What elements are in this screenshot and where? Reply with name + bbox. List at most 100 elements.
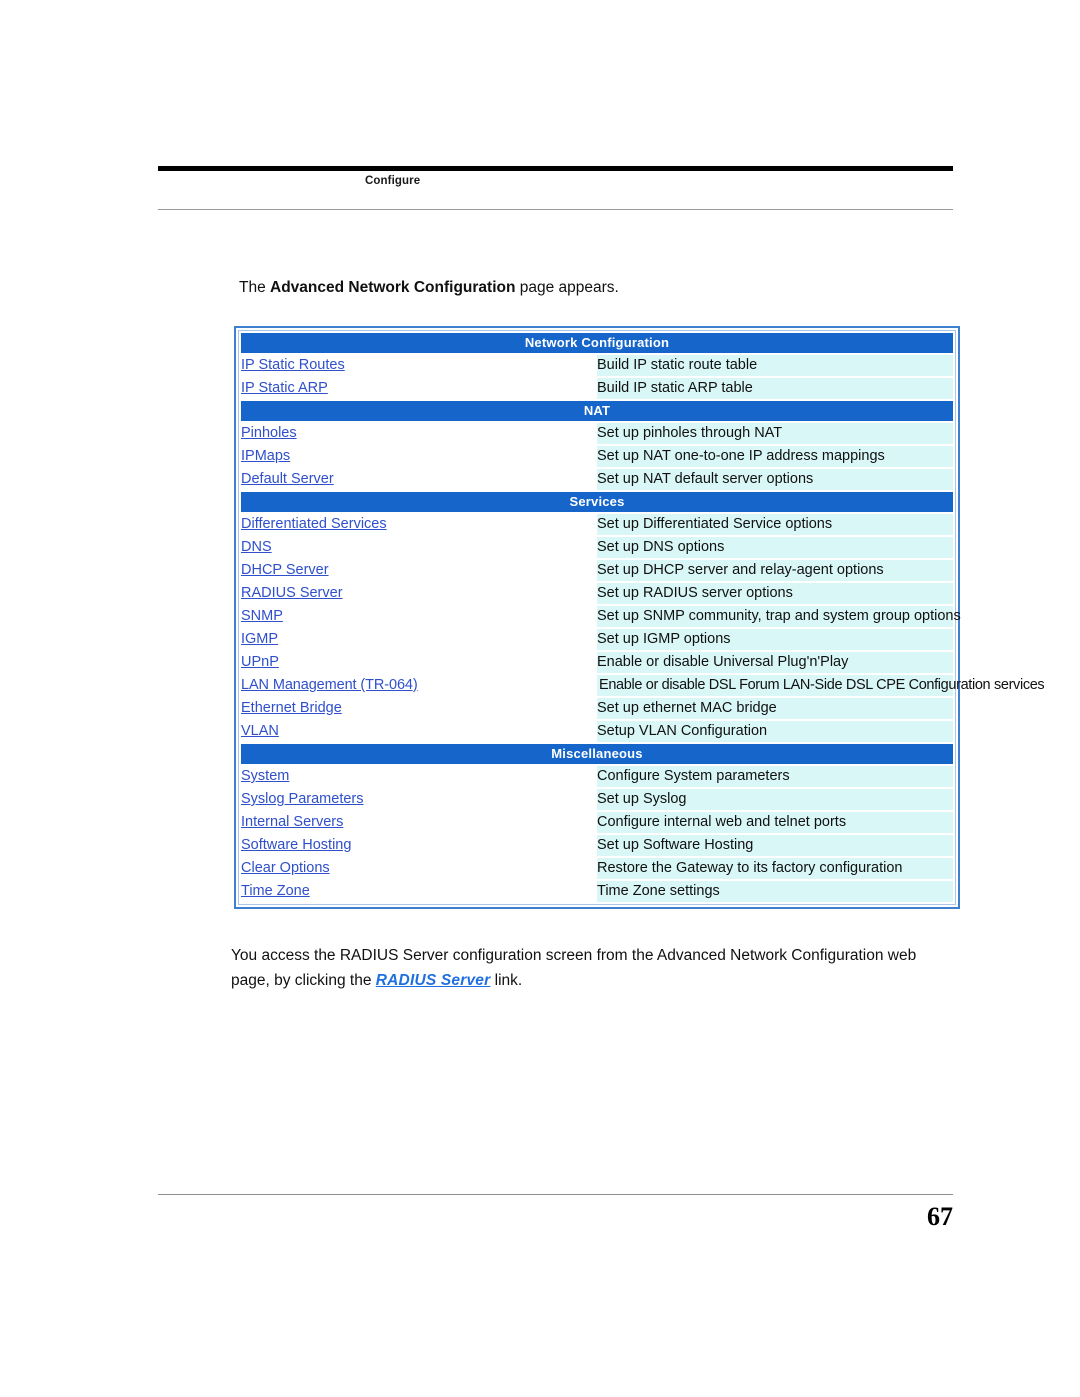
config-description: Set up pinholes through NAT [597, 423, 953, 444]
section-header-label: NAT [241, 401, 953, 421]
config-link[interactable]: IP Static ARP [241, 380, 328, 396]
config-description: Enable or disable Universal Plug'n'Play [597, 652, 953, 673]
network-configuration-table: Network Configuration IP Static Routes Bui… [241, 333, 1045, 902]
config-description: Setup VLAN Configuration [597, 721, 953, 742]
config-link[interactable]: Syslog Parameters [241, 791, 364, 807]
table-row: Internal Servers Configure internal web a… [241, 812, 953, 833]
table-row: Default Server Set up NAT default server … [241, 469, 953, 490]
config-link-cell[interactable]: IPMaps [241, 446, 597, 467]
config-description: Enable or disable DSL Forum LAN-Side DSL… [597, 675, 1045, 696]
outro-paragraph: You access the RADIUS Server configurati… [231, 943, 955, 993]
config-link[interactable]: LAN Management (TR-064) [241, 677, 418, 693]
config-link-cell[interactable]: Software Hosting [241, 835, 597, 856]
radius-server-link[interactable]: RADIUS Server [376, 972, 491, 989]
config-link[interactable]: IGMP [241, 631, 278, 647]
config-link[interactable]: SNMP [241, 608, 283, 624]
table-row: Software Hosting Set up Software Hosting [241, 835, 953, 856]
config-link-cell[interactable]: DNS [241, 537, 597, 558]
config-description: Configure System parameters [597, 766, 953, 787]
config-description: Restore the Gateway to its factory confi… [597, 858, 953, 879]
advanced-network-configuration-screenshot: Network Configuration IP Static Routes Bui… [234, 326, 1045, 909]
table-row: DHCP Server Set up DHCP server and relay-… [241, 560, 953, 581]
config-description: Set up RADIUS server options [597, 583, 953, 604]
outro-after: link. [490, 972, 523, 989]
config-link[interactable]: DNS [241, 539, 272, 555]
outro-before: You access the RADIUS Server configurati… [231, 947, 917, 989]
config-link[interactable]: Differentiated Services [241, 516, 387, 532]
config-link-cell[interactable]: System [241, 766, 597, 787]
section-header-row: Network Configuration [241, 333, 953, 353]
network-configuration-table-body: Network Configuration IP Static Routes Bui… [241, 333, 1045, 902]
config-link[interactable]: IPMaps [241, 448, 290, 464]
table-row: Time Zone Time Zone settings [241, 881, 953, 902]
table-row: IP Static Routes Build IP static route ta… [241, 355, 953, 376]
config-description: Set up DNS options [597, 537, 953, 558]
config-link[interactable]: UPnP [241, 654, 279, 670]
config-link[interactable]: VLAN [241, 723, 279, 739]
section-header-row: Services [241, 492, 953, 512]
config-description: Set up NAT default server options [597, 469, 953, 490]
config-link-cell[interactable]: DHCP Server [241, 560, 597, 581]
config-link-cell[interactable]: LAN Management (TR-064) [241, 675, 597, 696]
config-link-cell[interactable]: Syslog Parameters [241, 789, 597, 810]
table-row: LAN Management (TR-064) Enable or disable… [241, 675, 1045, 696]
intro-prefix: The [239, 279, 271, 296]
table-row: System Configure System parameters [241, 766, 953, 787]
config-link[interactable]: Time Zone [241, 883, 310, 899]
table-row: Syslog Parameters Set up Syslog [241, 789, 953, 810]
section-header-row: Miscellaneous [241, 744, 953, 764]
section-header-label: Miscellaneous [241, 744, 953, 764]
running-head: Configure [365, 175, 421, 187]
config-link[interactable]: RADIUS Server [241, 585, 343, 601]
config-description: Set up SNMP community, trap and system g… [597, 606, 961, 627]
config-link[interactable]: Software Hosting [241, 837, 351, 853]
header-bottom-rule [158, 209, 953, 210]
config-description: Set up NAT one-to-one IP address mapping… [597, 446, 953, 467]
config-link-cell[interactable]: IP Static Routes [241, 355, 597, 376]
config-description: Build IP static ARP table [597, 378, 953, 399]
table-row: VLAN Setup VLAN Configuration [241, 721, 953, 742]
config-description: Set up Differentiated Service options [597, 514, 953, 535]
config-link-cell[interactable]: SNMP [241, 606, 597, 627]
config-link-cell[interactable]: RADIUS Server [241, 583, 597, 604]
config-link[interactable]: System [241, 768, 289, 784]
config-description: Build IP static route table [597, 355, 953, 376]
config-link[interactable]: Pinholes [241, 425, 297, 441]
table-row: IPMaps Set up NAT one-to-one IP address m… [241, 446, 953, 467]
section-header-row: NAT [241, 401, 953, 421]
config-link-cell[interactable]: Pinholes [241, 423, 597, 444]
config-link-cell[interactable]: Default Server [241, 469, 597, 490]
config-link[interactable]: DHCP Server [241, 562, 329, 578]
config-link-cell[interactable]: IGMP [241, 629, 597, 650]
section-header-label: Network Configuration [241, 333, 953, 353]
config-link-cell[interactable]: Internal Servers [241, 812, 597, 833]
table-row: Differentiated Services Set up Differenti… [241, 514, 953, 535]
table-row: Pinholes Set up pinholes through NAT [241, 423, 953, 444]
screenshot-inner-frame: Network Configuration IP Static Routes Bui… [238, 330, 1045, 905]
config-link[interactable]: Clear Options [241, 860, 330, 876]
table-row: RADIUS Server Set up RADIUS server option… [241, 583, 953, 604]
config-link[interactable]: Internal Servers [241, 814, 343, 830]
table-row: Ethernet Bridge Set up ethernet MAC bridg… [241, 698, 953, 719]
config-link-cell[interactable]: Time Zone [241, 881, 597, 902]
config-link-cell[interactable]: IP Static ARP [241, 378, 597, 399]
table-row: DNS Set up DNS options [241, 537, 953, 558]
config-description: Set up IGMP options [597, 629, 953, 650]
page-number: 67 [927, 1202, 953, 1231]
table-row: IGMP Set up IGMP options [241, 629, 953, 650]
intro-paragraph: The Advanced Network Configuration page … [239, 277, 939, 298]
config-link-cell[interactable]: UPnP [241, 652, 597, 673]
table-row: UPnP Enable or disable Universal Plug'n'P… [241, 652, 953, 673]
config-description: Set up Software Hosting [597, 835, 953, 856]
config-link-cell[interactable]: VLAN [241, 721, 597, 742]
config-link[interactable]: Default Server [241, 471, 334, 487]
header-top-rule [158, 166, 953, 171]
config-link[interactable]: Ethernet Bridge [241, 700, 342, 716]
config-link-cell[interactable]: Ethernet Bridge [241, 698, 597, 719]
table-row: SNMP Set up SNMP community, trap and syst… [241, 606, 961, 627]
table-row: IP Static ARP Build IP static ARP table [241, 378, 953, 399]
config-link[interactable]: IP Static Routes [241, 357, 345, 373]
config-link-cell[interactable]: Differentiated Services [241, 514, 597, 535]
config-link-cell[interactable]: Clear Options [241, 858, 597, 879]
config-description: Set up DHCP server and relay-agent optio… [597, 560, 953, 581]
